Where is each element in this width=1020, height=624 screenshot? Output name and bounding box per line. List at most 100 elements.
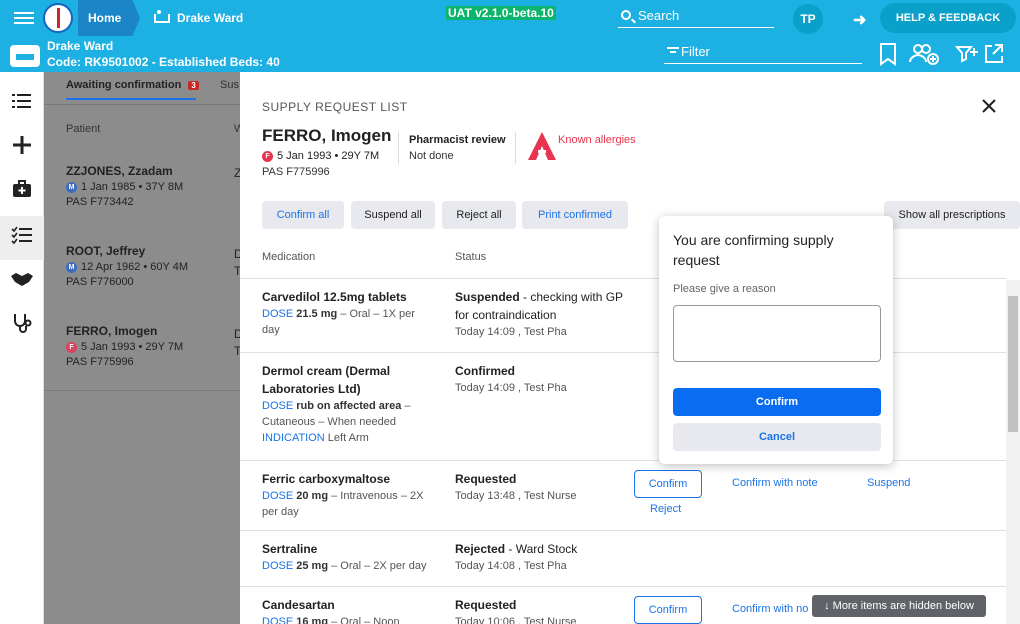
tab-awaiting-confirmation[interactable]: Awaiting confirmation 3: [66, 79, 199, 91]
tab-divider: [44, 104, 240, 105]
status-time: Today 14:09 , Test Pha: [455, 382, 567, 394]
dose-label: DOSE: [262, 400, 294, 412]
reason-label: Please give a reason: [673, 283, 776, 295]
logout-icon[interactable]: ➜: [853, 10, 866, 30]
patient-dob-row: F 5 Jan 1993 • 29Y 7M: [262, 150, 379, 162]
dose-value: rub on affected area: [296, 400, 402, 412]
list-divider: [44, 390, 240, 391]
supply-request-panel: SUPPLY REQUEST LIST FERRO, Imogen F 5 Jan…: [240, 72, 1020, 624]
medication-name: Sertraline: [262, 542, 318, 556]
reason-textarea[interactable]: [673, 305, 881, 362]
patient-dob: 5 Jan 1993 • 29Y 7M: [81, 341, 184, 353]
version-badge: UAT v2.1.0-beta.10: [446, 6, 556, 20]
medication-cell: Sertraline DOSE 25 mg – Oral – 2X per da…: [262, 540, 432, 574]
stethoscope-icon[interactable]: [8, 312, 36, 340]
status-cell: Requested Today 10:06 , Test Nurse: [455, 596, 625, 624]
suspend-link[interactable]: Suspend: [867, 477, 910, 489]
dose-label: DOSE: [262, 490, 294, 502]
more-items-hidden-notice[interactable]: ↓ More items are hidden below: [812, 595, 986, 617]
show-all-prescriptions-button[interactable]: Show all prescriptions: [884, 201, 1020, 229]
scrollbar-thumb[interactable]: [1008, 296, 1018, 432]
breadcrumb-ward[interactable]: Drake Ward: [134, 0, 254, 36]
panel-heading: SUPPLY REQUEST LIST: [262, 100, 408, 114]
divider: [398, 132, 399, 164]
patient-pas: PAS F775996: [262, 166, 330, 178]
help-feedback-button[interactable]: HELP & FEEDBACK: [880, 3, 1016, 33]
status-value: Confirmed: [455, 364, 515, 378]
filter-placeholder: Filter: [681, 44, 710, 59]
medication-cell: Dermol cream (Dermal Laboratories Ltd) D…: [262, 362, 432, 446]
checklist-icon[interactable]: [8, 224, 36, 252]
medical-kit-icon[interactable]: [8, 178, 36, 206]
status-value: Requested: [455, 472, 517, 486]
ward-code: Code: RK9501002 - Established Beds: 40: [47, 55, 280, 69]
dose-value: 20 mg: [296, 490, 329, 502]
reject-all-button[interactable]: Reject all: [442, 201, 516, 229]
status-time: Today 10:06 , Test Nurse: [455, 616, 577, 624]
filter-input[interactable]: Filter: [664, 42, 862, 64]
version-label: UAT v2.1.0-beta.10: [446, 6, 556, 20]
dose-value: 21.5 mg: [296, 308, 338, 320]
popup-confirm-button[interactable]: Confirm: [673, 388, 881, 416]
allergy-icon: [526, 130, 558, 165]
bookmark-icon[interactable]: [878, 42, 898, 71]
status-value: Suspended: [455, 290, 520, 304]
medication-cell: Ferric carboxymaltose DOSE 20 mg – Intra…: [262, 470, 432, 520]
col-status: Status: [455, 251, 487, 263]
confirm-all-button[interactable]: Confirm all: [262, 201, 344, 229]
patient-row[interactable]: ROOT, Jeffrey M 12 Apr 1962 • 60Y 4M PAS …: [66, 244, 188, 288]
allergy-label: Known allergies: [558, 134, 636, 146]
review-label: Pharmacist review: [409, 134, 506, 146]
tab-suspended[interactable]: Sus: [220, 79, 239, 91]
tab-underline: [66, 98, 196, 100]
tab-awaiting-count: 3: [188, 81, 199, 90]
print-confirmed-button[interactable]: Print confirmed: [522, 201, 628, 229]
patient-name: ROOT, Jeffrey: [66, 244, 146, 258]
patient-pas: PAS F775996: [66, 356, 134, 368]
close-icon[interactable]: [981, 98, 997, 117]
popup-title: You are confirming supply request: [673, 232, 834, 268]
table-row: Sertraline DOSE 25 mg – Oral – 2X per da…: [240, 530, 1006, 586]
sex-badge: M: [66, 261, 77, 273]
breadcrumb-home[interactable]: Home: [78, 0, 140, 36]
status-time: Today 14:08 , Test Pha: [455, 560, 567, 572]
patient-dob: 12 Apr 1962 • 60Y 4M: [81, 261, 189, 273]
confirm-button[interactable]: Confirm: [634, 470, 702, 498]
indication-value: Left Arm: [324, 432, 369, 444]
patient-row[interactable]: FERRO, Imogen F 5 Jan 1993 • 29Y 7M PAS F…: [66, 324, 183, 368]
review-value: Not done: [409, 150, 454, 162]
dose-label: DOSE: [262, 308, 294, 320]
suspend-all-button[interactable]: Suspend all: [351, 201, 435, 229]
dose-label: DOSE: [262, 560, 294, 572]
patient-dob: 1 Jan 1985 • 37Y 8M: [81, 181, 184, 193]
confirm-with-note-link[interactable]: Confirm with note: [732, 477, 818, 489]
patient-dob: 5 Jan 1993 • 29Y 7M: [277, 150, 380, 162]
add-filter-icon[interactable]: [954, 42, 979, 71]
search-input[interactable]: Search: [618, 6, 774, 28]
dose-route: – Oral – Noon: [328, 616, 400, 624]
popup-cancel-button[interactable]: Cancel: [673, 423, 881, 451]
open-external-icon[interactable]: [984, 42, 1004, 71]
patient-name: FERRO, Imogen: [66, 324, 158, 338]
add-icon[interactable]: [8, 134, 36, 162]
confirm-button[interactable]: Confirm: [634, 596, 702, 624]
dose-value: 16 mg: [296, 616, 329, 624]
patient-row[interactable]: ZZJONES, Zzadam M 1 Jan 1985 • 37Y 8M PAS…: [66, 164, 183, 208]
breadcrumb-ward-label: Drake Ward: [177, 11, 244, 25]
user-avatar[interactable]: TP: [793, 4, 823, 34]
sex-badge: M: [66, 181, 77, 193]
divider: [515, 132, 516, 164]
patient-pas: PAS F776000: [66, 276, 134, 288]
patient-name: FERRO, Imogen: [262, 126, 392, 145]
left-nav: [0, 72, 44, 624]
table-row: Ferric carboxymaltose DOSE 20 mg – Intra…: [240, 460, 1006, 530]
handshake-icon[interactable]: [8, 268, 36, 296]
status-time: Today 14:09 , Test Pha: [455, 326, 567, 338]
dose-route: – Oral – 2X per day: [328, 560, 427, 572]
reject-link[interactable]: Reject: [650, 503, 681, 515]
confirm-with-note-link[interactable]: Confirm with no: [732, 603, 808, 615]
list-icon[interactable]: [8, 90, 36, 118]
menu-icon[interactable]: [12, 9, 36, 27]
patient-list-dimmed: Awaiting confirmation 3 Sus Patient W ZZ…: [44, 72, 244, 624]
add-user-icon[interactable]: [908, 42, 942, 71]
